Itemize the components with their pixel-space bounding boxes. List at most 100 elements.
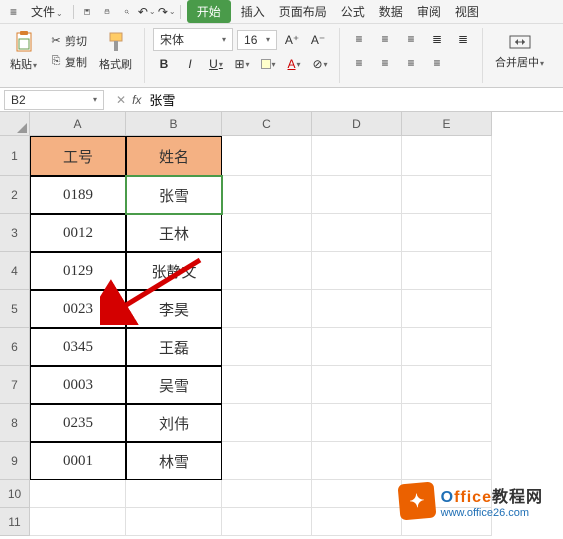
cell[interactable] [126, 508, 222, 536]
paste-button[interactable]: 粘贴▾ [6, 28, 41, 74]
cell[interactable] [222, 136, 312, 176]
cell[interactable] [222, 480, 312, 508]
merge-center-button[interactable]: 合并居中▾ [491, 28, 548, 72]
column-header[interactable]: A [30, 112, 126, 136]
print-icon[interactable] [100, 5, 114, 19]
cell[interactable] [126, 480, 222, 508]
row-header[interactable]: 11 [0, 508, 30, 536]
font-name-select[interactable]: 宋体▾ [153, 28, 233, 51]
cell[interactable]: 张雪 [126, 176, 222, 214]
cell[interactable] [402, 328, 492, 366]
cell[interactable] [402, 252, 492, 290]
cell[interactable]: 0189 [30, 176, 126, 214]
cell[interactable] [222, 366, 312, 404]
cell[interactable] [222, 290, 312, 328]
fill-color-button[interactable]: ▾ [257, 53, 279, 75]
cell[interactable] [312, 136, 402, 176]
cell[interactable] [312, 176, 402, 214]
row-header[interactable]: 2 [0, 176, 30, 214]
align-right-button[interactable]: ≡ [400, 52, 422, 74]
file-menu[interactable]: 文件⌄ [27, 1, 67, 22]
cell[interactable]: 姓名 [126, 136, 222, 176]
cell[interactable] [312, 328, 402, 366]
cell[interactable]: 王林 [126, 214, 222, 252]
cell[interactable] [312, 214, 402, 252]
tab-review[interactable]: 审阅 [413, 1, 445, 22]
cell[interactable]: 0023 [30, 290, 126, 328]
indent-left-button[interactable]: ≣ [426, 28, 448, 50]
cell[interactable] [30, 480, 126, 508]
align-center-button[interactable]: ≡ [374, 52, 396, 74]
cell[interactable] [222, 214, 312, 252]
cell[interactable]: 林雪 [126, 442, 222, 480]
font-color-button[interactable]: A▾ [283, 53, 305, 75]
menu-icon[interactable]: ≡ [6, 3, 21, 21]
font-size-select[interactable]: 16▾ [237, 30, 277, 50]
cell[interactable]: 0001 [30, 442, 126, 480]
phonetic-button[interactable]: ⊘▾ [309, 53, 331, 75]
row-header[interactable]: 3 [0, 214, 30, 252]
save-icon[interactable] [80, 5, 94, 19]
cut-button[interactable]: ✂剪切 [45, 31, 91, 51]
cell[interactable] [222, 328, 312, 366]
cell[interactable] [222, 442, 312, 480]
cancel-icon[interactable]: ✕ [116, 93, 126, 107]
row-header[interactable]: 1 [0, 136, 30, 176]
cell[interactable] [402, 136, 492, 176]
tab-start[interactable]: 开始 [187, 0, 231, 23]
undo-icon[interactable]: ↶⌄ [140, 5, 154, 19]
align-top-button[interactable]: ≡ [348, 28, 370, 50]
wrap-button[interactable]: ≡ [426, 52, 448, 74]
fx-icon[interactable]: fx [132, 93, 141, 107]
cell[interactable] [402, 442, 492, 480]
formula-input[interactable] [147, 90, 447, 110]
row-header[interactable]: 7 [0, 366, 30, 404]
cell[interactable] [30, 508, 126, 536]
border-button[interactable]: ⊞▾ [231, 53, 253, 75]
format-painter-button[interactable]: 格式刷 [95, 28, 136, 74]
cell[interactable] [312, 442, 402, 480]
italic-button[interactable]: I [179, 53, 201, 75]
row-header[interactable]: 4 [0, 252, 30, 290]
cell[interactable]: 张静文 [126, 252, 222, 290]
column-header[interactable]: B [126, 112, 222, 136]
cell[interactable] [312, 290, 402, 328]
row-header[interactable]: 5 [0, 290, 30, 328]
cell[interactable]: 0003 [30, 366, 126, 404]
cell[interactable]: 工号 [30, 136, 126, 176]
cell[interactable] [222, 176, 312, 214]
cell[interactable] [402, 404, 492, 442]
align-left-button[interactable]: ≡ [348, 52, 370, 74]
row-header[interactable]: 6 [0, 328, 30, 366]
row-header[interactable]: 10 [0, 480, 30, 508]
cell[interactable] [402, 214, 492, 252]
indent-right-button[interactable]: ≣ [452, 28, 474, 50]
cell[interactable] [312, 404, 402, 442]
decrease-font-button[interactable]: A⁻ [307, 29, 329, 51]
cell[interactable] [312, 366, 402, 404]
cell[interactable]: 吴雪 [126, 366, 222, 404]
tab-formula[interactable]: 公式 [337, 1, 369, 22]
redo-icon[interactable]: ↷⌄ [160, 5, 174, 19]
cell[interactable] [222, 404, 312, 442]
cell[interactable] [312, 480, 402, 508]
row-header[interactable]: 9 [0, 442, 30, 480]
align-bottom-button[interactable]: ≡ [400, 28, 422, 50]
cell[interactable] [312, 508, 402, 536]
tab-data[interactable]: 数据 [375, 1, 407, 22]
cell[interactable]: 王磊 [126, 328, 222, 366]
cell[interactable]: 0012 [30, 214, 126, 252]
column-header[interactable]: D [312, 112, 402, 136]
cell[interactable] [402, 366, 492, 404]
cell[interactable]: 0129 [30, 252, 126, 290]
cell[interactable]: 0235 [30, 404, 126, 442]
cell[interactable] [222, 508, 312, 536]
increase-font-button[interactable]: A⁺ [281, 29, 303, 51]
cell[interactable]: 刘伟 [126, 404, 222, 442]
tab-view[interactable]: 视图 [451, 1, 483, 22]
cell[interactable]: 李昊 [126, 290, 222, 328]
tab-layout[interactable]: 页面布局 [275, 1, 331, 22]
column-header[interactable]: C [222, 112, 312, 136]
cell[interactable] [312, 252, 402, 290]
underline-button[interactable]: U▾ [205, 53, 227, 75]
